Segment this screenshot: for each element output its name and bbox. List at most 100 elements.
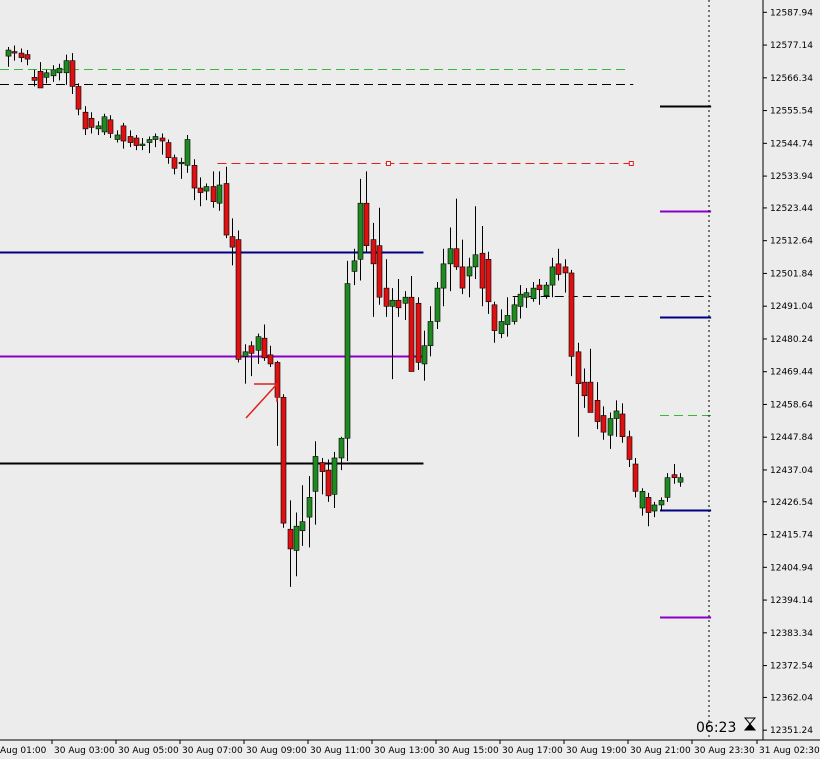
x-tick-label: 30 Aug 15:00 bbox=[438, 746, 499, 756]
candle-body bbox=[453, 248, 460, 268]
candle-body bbox=[82, 111, 89, 130]
x-tick-label: 30 Aug 17:00 bbox=[502, 746, 563, 756]
candle-body bbox=[114, 134, 121, 140]
candle-body bbox=[626, 436, 633, 460]
candle-body bbox=[421, 345, 428, 365]
candle-body bbox=[75, 86, 82, 110]
candle-body bbox=[69, 60, 76, 87]
y-tick-label: 12555.54 bbox=[770, 107, 813, 117]
candle-body bbox=[447, 248, 454, 265]
y-tick-label: 12415.74 bbox=[770, 531, 813, 541]
candle bbox=[280, 394, 287, 528]
candle-body bbox=[235, 239, 242, 360]
y-tick-label: 12566.34 bbox=[770, 74, 813, 84]
candle-body bbox=[671, 474, 678, 478]
candle-body bbox=[459, 266, 466, 289]
y-tick-label: 12523.44 bbox=[770, 204, 813, 214]
candle-body bbox=[632, 463, 639, 492]
candle-body bbox=[370, 239, 377, 265]
y-tick-label: 12533.94 bbox=[770, 172, 813, 182]
candle-body bbox=[229, 236, 236, 248]
candle-body bbox=[203, 186, 210, 192]
candle-body bbox=[408, 296, 415, 372]
y-tick-label: 12577.14 bbox=[770, 41, 813, 51]
y-tick-label: 12362.04 bbox=[770, 693, 813, 703]
candle-body bbox=[530, 287, 537, 300]
y-tick-label: 12426.54 bbox=[770, 498, 813, 508]
price-chart[interactable]: 12587.94 12577.14 12566.34 12555.54 12544.74… bbox=[0, 0, 820, 759]
candle bbox=[344, 260, 351, 461]
candle-body bbox=[165, 142, 172, 159]
candle-body bbox=[389, 299, 396, 307]
candle-body bbox=[63, 60, 70, 74]
candle-body bbox=[607, 418, 614, 436]
y-tick-label: 12447.84 bbox=[770, 433, 813, 443]
y-tick-label: 12491.04 bbox=[770, 302, 813, 312]
candle-body bbox=[210, 186, 217, 202]
candle-body bbox=[37, 70, 44, 89]
candle-body bbox=[287, 528, 294, 550]
candle-body bbox=[594, 400, 601, 422]
candle-body bbox=[184, 139, 191, 166]
x-tick-label: 30 Aug 03:00 bbox=[54, 746, 115, 756]
chart-background bbox=[0, 0, 820, 759]
candle-body bbox=[440, 263, 447, 289]
candle-body bbox=[139, 143, 146, 146]
y-tick-label: 12372.54 bbox=[770, 662, 813, 672]
candle-body bbox=[383, 287, 390, 307]
candle-body bbox=[31, 77, 38, 81]
candle-body bbox=[357, 202, 364, 260]
candle-body bbox=[255, 336, 262, 351]
candle bbox=[101, 113, 108, 135]
candle-body bbox=[613, 410, 620, 419]
candle-body bbox=[351, 260, 358, 272]
candle-body bbox=[101, 116, 108, 133]
level-handle[interactable] bbox=[628, 161, 634, 166]
candle-body bbox=[338, 437, 345, 459]
y-tick-label: 12512.64 bbox=[770, 237, 813, 247]
candle-body bbox=[299, 521, 306, 532]
candle-body bbox=[363, 202, 370, 246]
candle-body bbox=[88, 117, 95, 128]
y-tick-label: 12351.24 bbox=[770, 726, 813, 736]
candle-body bbox=[248, 345, 255, 354]
candle-body bbox=[261, 337, 268, 359]
x-tick-label: 30 Aug 09:00 bbox=[246, 746, 307, 756]
candle-body bbox=[120, 125, 127, 142]
candle-body bbox=[146, 139, 153, 143]
countdown-text: 06:23 bbox=[696, 720, 736, 736]
candle-body bbox=[306, 497, 313, 518]
candle-body bbox=[191, 164, 198, 189]
y-tick-label: 12469.44 bbox=[770, 368, 813, 378]
candle-body bbox=[587, 381, 594, 413]
candle-body bbox=[651, 504, 658, 512]
level-handle[interactable] bbox=[385, 161, 391, 166]
candle-body bbox=[267, 354, 274, 365]
candle-body bbox=[491, 304, 498, 331]
candle-body bbox=[485, 259, 492, 303]
x-tick-label: 30 Aug 07:00 bbox=[182, 746, 243, 756]
candle-body bbox=[600, 415, 607, 433]
candle-body bbox=[479, 252, 486, 289]
candle bbox=[415, 297, 422, 370]
candle-body bbox=[517, 293, 524, 307]
y-tick-label: 12394.14 bbox=[770, 596, 813, 606]
candle-body bbox=[472, 254, 479, 268]
candle-body bbox=[575, 351, 582, 384]
y-tick-label: 12404.94 bbox=[770, 563, 813, 573]
candle-body bbox=[56, 67, 63, 74]
x-tick-label: 31 Aug 02:30 bbox=[759, 746, 820, 756]
candle-body bbox=[523, 292, 530, 298]
candle-body bbox=[427, 321, 434, 347]
candle bbox=[632, 457, 639, 498]
candle-body bbox=[107, 119, 114, 134]
candle-body bbox=[344, 283, 351, 439]
candle-body bbox=[178, 161, 185, 165]
candle-body bbox=[549, 266, 556, 286]
candle-body bbox=[312, 456, 319, 492]
candle-body bbox=[280, 396, 287, 524]
candle-body bbox=[319, 462, 326, 472]
candle-body bbox=[43, 72, 50, 78]
x-tick-label: 30 Aug 21:00 bbox=[630, 746, 691, 756]
candle-body bbox=[127, 136, 134, 143]
